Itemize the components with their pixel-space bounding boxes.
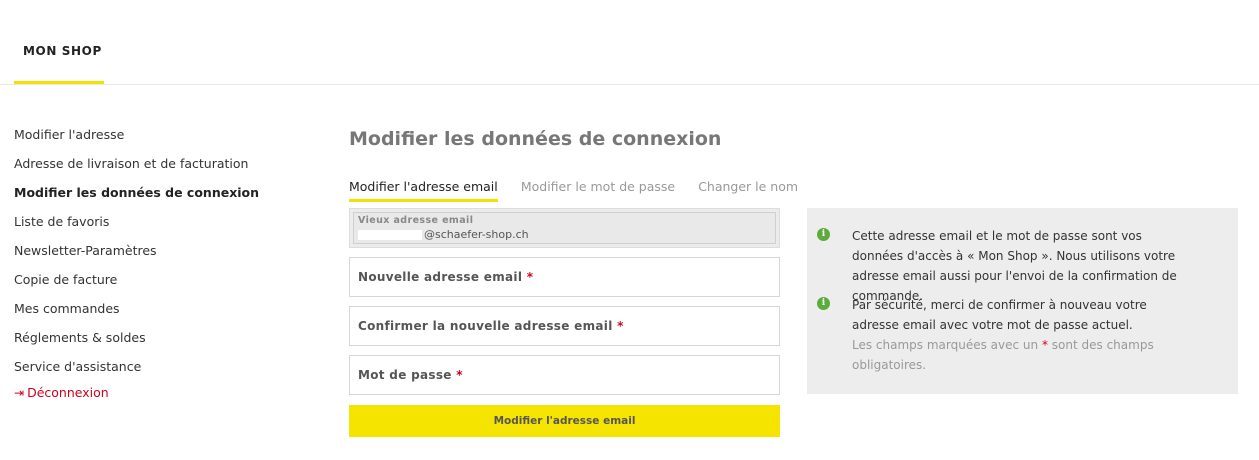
tab-changer-nom[interactable]: Changer le nom	[698, 179, 798, 199]
confirm-email-label: Confirmer la nouvelle adresse email	[358, 319, 613, 333]
sidebar-item-commandes[interactable]: Mes commandes	[14, 300, 314, 329]
info-message-security: Par sécurité, merci de confirmer à nouve…	[852, 298, 1147, 332]
password-field[interactable]: Mot de passe *	[349, 355, 780, 395]
old-email-field: Vieux adresse email @schaefer-shop.ch	[349, 208, 780, 248]
logout-icon: ⇥	[14, 386, 25, 400]
brand-label: MON SHOP	[23, 44, 102, 58]
sidebar-item-assistance[interactable]: Service d'assistance	[14, 358, 314, 387]
logout-link[interactable]: ⇥ Déconnexion	[14, 384, 314, 404]
required-note-star: *	[1041, 338, 1048, 352]
page-title: Modifier les données de connexion	[349, 128, 722, 150]
tab-modifier-mot-de-passe[interactable]: Modifier le mot de passe	[521, 179, 675, 199]
old-email-value: @schaefer-shop.ch	[424, 228, 529, 241]
main-content: Modifier les données de connexion Modifi…	[349, 128, 1239, 437]
old-email-value-wrap: @schaefer-shop.ch	[358, 228, 529, 241]
info-icon: i	[817, 228, 830, 241]
top-bar: MON SHOP	[0, 0, 1259, 85]
info-security-block: Par sécurité, merci de confirmer à nouve…	[852, 295, 1192, 375]
required-mark: *	[617, 319, 624, 333]
info-icon: i	[817, 297, 830, 310]
confirm-email-label-wrap: Confirmer la nouvelle adresse email *	[358, 319, 624, 333]
required-mark: *	[456, 368, 463, 382]
password-label-wrap: Mot de passe *	[358, 368, 463, 382]
brand-tab[interactable]: MON SHOP	[14, 0, 104, 84]
new-email-label-wrap: Nouvelle adresse email *	[358, 270, 533, 284]
info-message-access: Cette adresse email et le mot de passe s…	[852, 229, 1177, 303]
submit-email-button[interactable]: Modifier l'adresse email	[349, 405, 780, 437]
old-email-box: Vieux adresse email @schaefer-shop.ch	[353, 212, 776, 244]
sidebar-item-reglements[interactable]: Réglements & soldes	[14, 329, 314, 358]
password-label: Mot de passe	[358, 368, 452, 382]
new-email-label: Nouvelle adresse email	[358, 270, 523, 284]
required-note-prefix: Les champs marquées avec un	[852, 338, 1039, 352]
sidebar-item-donnees-connexion[interactable]: Modifier les données de connexion	[14, 184, 314, 213]
sidebar-item-livraison-facturation[interactable]: Adresse de livraison et de facturation	[14, 155, 314, 184]
change-email-form: Vieux adresse email @schaefer-shop.ch No…	[349, 208, 780, 437]
required-mark: *	[526, 270, 534, 284]
logout-label: Déconnexion	[27, 385, 109, 400]
tab-modifier-email[interactable]: Modifier l'adresse email	[349, 179, 498, 202]
account-sidebar: Modifier l'adresse Adresse de livraison …	[14, 126, 314, 404]
sidebar-item-favoris[interactable]: Liste de favoris	[14, 213, 314, 242]
required-note: Les champs marquées avec un * sont des c…	[852, 335, 1192, 375]
new-email-field[interactable]: Nouvelle adresse email *	[349, 257, 780, 297]
sidebar-item-newsletter[interactable]: Newsletter-Paramètres	[14, 242, 314, 271]
old-email-label: Vieux adresse email	[358, 215, 474, 226]
sidebar-item-modifier-adresse[interactable]: Modifier l'adresse	[14, 126, 314, 155]
info-panel: i Cette adresse email et le mot de passe…	[807, 208, 1238, 394]
tab-bar: Modifier l'adresse email Modifier le mot…	[349, 176, 816, 202]
confirm-email-field[interactable]: Confirmer la nouvelle adresse email *	[349, 306, 780, 346]
sidebar-item-copie-facture[interactable]: Copie de facture	[14, 271, 314, 300]
email-mask	[358, 230, 422, 240]
